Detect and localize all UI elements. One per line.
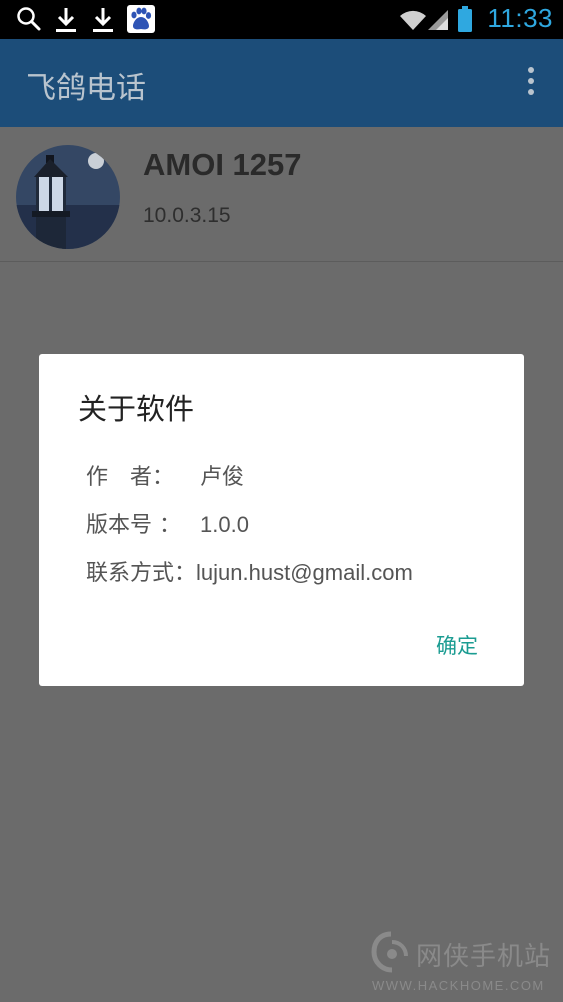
signal-icon [428,10,448,30]
version-value: 1.0.0 [200,512,249,537]
watermark-text: 网侠手机站 [416,942,552,972]
about-dialog: 关于软件 作 者： 卢俊 版本号 ： 1.0.0 联系方式：lujun.hust@g… [39,354,524,686]
watermark-logo-icon [371,931,408,973]
lighthouse-image [16,145,120,249]
download-icon [93,8,113,32]
overflow-menu-icon[interactable] [525,67,537,99]
contact-label: 联系方式： [86,561,197,586]
battery-icon [458,6,472,32]
avatar [16,145,120,249]
dialog-title: 关于软件 [78,392,195,426]
search-icon [17,7,41,31]
app-bar: 飞鸽电话 [0,39,563,127]
author-label: 作 者： [86,465,175,490]
device-version: 10.0.3.15 [143,204,231,227]
confirm-button[interactable]: 确定 [436,630,478,660]
version-row: 版本号 ： 1.0.0 [86,507,249,539]
wifi-icon [400,10,426,30]
status-bar: 11:33 [0,0,563,39]
author-value: 卢俊 [200,465,245,490]
version-label: 版本号 ： [86,513,181,538]
app-title: 飞鸽电话 [26,71,146,106]
device-name: AMOI 1257 [143,147,302,182]
watermark-url: WWW.HACKHOME.COM [372,978,545,993]
download-icon [56,8,76,32]
contact-row: 联系方式：lujun.hust@gmail.com [86,555,413,587]
device-list-item[interactable]: AMOI 1257 10.0.3.15 [0,127,563,262]
contact-value: lujun.hust@gmail.com [196,560,413,585]
baidu-icon [127,5,155,33]
author-row: 作 者： 卢俊 [86,459,244,491]
watermark: 网侠手机站 WWW.HACKHOME.COM [366,928,561,998]
clock: 11:33 [487,3,553,33]
